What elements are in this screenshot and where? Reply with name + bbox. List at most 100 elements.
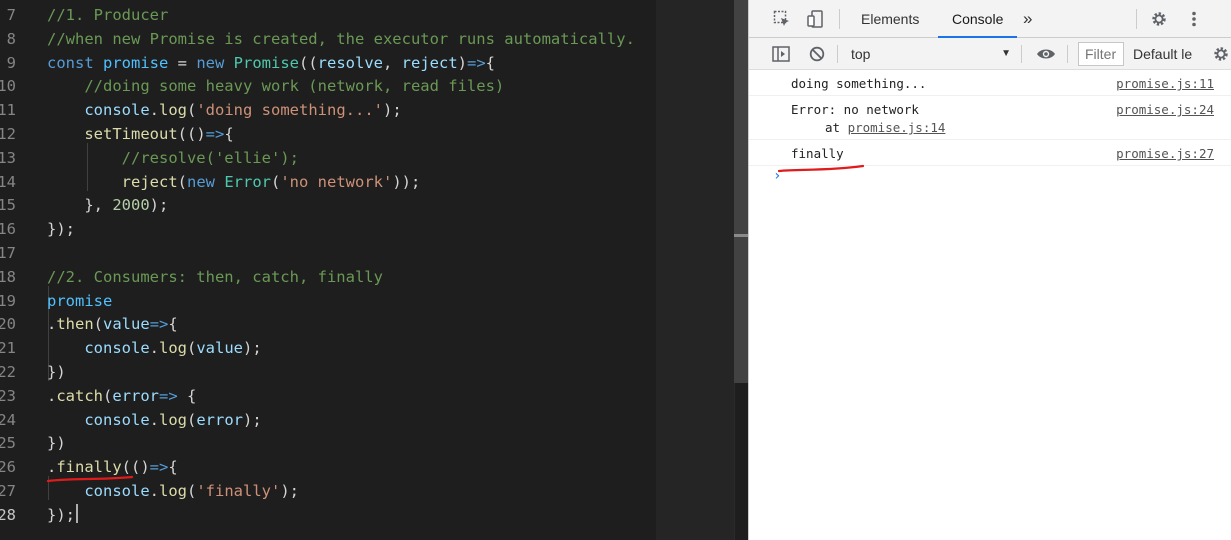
- stack-trace-link[interactable]: promise.js:14: [848, 120, 946, 135]
- log-levels-dropdown[interactable]: Default le: [1133, 42, 1199, 66]
- line-number: 15: [0, 196, 16, 215]
- inspect-element-icon[interactable]: [771, 8, 793, 30]
- code-line[interactable]: 12 setTimeout(()=>{: [0, 123, 656, 147]
- code-token: ((): [177, 125, 206, 143]
- show-sidebar-icon[interactable]: [770, 43, 792, 65]
- code-line[interactable]: 18 //2. Consumers: then, catch, finally: [0, 266, 656, 290]
- code-token: error: [112, 386, 160, 405]
- code-token: 2000: [112, 196, 150, 215]
- code-token: console: [84, 101, 150, 120]
- console-source-link[interactable]: promise.js:24: [1116, 101, 1214, 119]
- code-token: reject: [121, 172, 178, 191]
- code-line[interactable]: 9 const promise = new Promise((resolve, r…: [0, 52, 656, 76]
- code-text: console.log(value);: [47, 337, 261, 361]
- code-token: =>: [159, 386, 188, 405]
- code-token: 'no network': [280, 172, 393, 191]
- line-number: 27: [0, 482, 16, 500]
- code-text: });: [47, 503, 78, 528]
- code-line[interactable]: 24 console.log(error);: [0, 409, 656, 433]
- code-token: ((: [298, 53, 318, 72]
- code-token: ,: [382, 53, 402, 72]
- code-token: (: [187, 101, 197, 120]
- line-number: 21: [0, 339, 16, 358]
- code-token: .: [47, 386, 57, 405]
- code-line[interactable]: 19 promise: [0, 290, 656, 314]
- toolbar-divider: [1136, 9, 1137, 29]
- code-line[interactable]: 23 .catch(error=> {: [0, 385, 656, 409]
- code-token: {: [485, 53, 496, 72]
- code-line[interactable]: 21 console.log(value);: [0, 337, 656, 361]
- code-line[interactable]: 22}): [0, 361, 656, 385]
- code-token: new: [196, 53, 234, 72]
- code-text: //1. Producer: [47, 4, 168, 28]
- line-number: 23: [0, 386, 16, 405]
- more-options-icon[interactable]: [1183, 8, 1205, 30]
- code-token: }): [47, 363, 66, 381]
- code-token: );: [149, 196, 169, 215]
- console-toolbar: top ▼ Default le: [749, 38, 1231, 70]
- code-token: {: [187, 386, 197, 405]
- code-line[interactable]: 25}): [0, 432, 656, 456]
- clear-console-icon[interactable]: [806, 43, 828, 65]
- code-token: setTimeout: [84, 125, 178, 143]
- toolbar-divider: [839, 9, 840, 29]
- code-token: console: [84, 410, 150, 429]
- code-line[interactable]: 11 console.log('doing something...');: [0, 99, 656, 123]
- device-toolbar-icon[interactable]: [805, 8, 827, 30]
- tab-elements[interactable]: Elements: [847, 0, 933, 38]
- live-expression-eye-icon[interactable]: [1035, 43, 1057, 65]
- code-line[interactable]: 13 //resolve('ellie');: [0, 147, 656, 171]
- console-source-link[interactable]: promise.js:11: [1116, 75, 1214, 93]
- code-text: console.log(error);: [47, 409, 261, 433]
- code-pane[interactable]: 7 //1. Producer 8 //when new Promise is cre…: [0, 0, 656, 540]
- console-settings-gear-icon[interactable]: [1210, 43, 1231, 65]
- console-message-error: Error: no network at promise.js:14 promi…: [749, 96, 1231, 140]
- code-token: {: [168, 458, 178, 477]
- code-token: });: [47, 505, 75, 524]
- code-line[interactable]: 28});: [0, 503, 656, 528]
- code-line[interactable]: 17: [0, 242, 656, 266]
- console-filter-input[interactable]: [1078, 42, 1124, 66]
- code-token: promise: [103, 53, 169, 72]
- code-token: });: [47, 220, 75, 239]
- code-line[interactable]: 20 .then(value=>{: [0, 313, 656, 337]
- code-text: }): [47, 432, 66, 456]
- editor-scrollbar-thumb[interactable]: [734, 0, 748, 383]
- code-line[interactable]: 10 //doing some heavy work (network, rea…: [0, 75, 656, 99]
- code-token: (: [177, 172, 187, 191]
- line-number: 26: [0, 458, 16, 477]
- code-token: .: [47, 315, 57, 334]
- code-line[interactable]: 15 }, 2000);: [0, 194, 656, 218]
- code-token: {: [224, 125, 234, 143]
- line-number: 24: [0, 410, 16, 429]
- code-text: .catch(error=> {: [47, 385, 196, 409]
- console-source-link[interactable]: promise.js:27: [1116, 145, 1214, 163]
- code-token: ): [457, 53, 467, 72]
- code-line[interactable]: 16});: [0, 218, 656, 242]
- code-text: //when new Promise is created, the execu…: [47, 28, 635, 52]
- code-token: resolve: [317, 53, 383, 72]
- code-token: //1. Producer: [47, 6, 169, 24]
- settings-gear-icon[interactable]: [1148, 8, 1170, 30]
- context-selector[interactable]: top ▼: [845, 42, 1015, 66]
- line-number: 11: [0, 101, 16, 120]
- code-text: //doing some heavy work (network, read f…: [47, 75, 504, 99]
- tab-console[interactable]: Console: [938, 0, 1018, 38]
- line-number: 9: [6, 53, 16, 72]
- code-text: setTimeout(()=>{: [47, 123, 234, 147]
- code-token: console: [84, 339, 150, 358]
- line-number: 8: [6, 29, 16, 48]
- code-token: value: [196, 339, 244, 358]
- code-text: promise: [47, 290, 112, 314]
- dropdown-arrow-icon: ▼: [1001, 48, 1011, 59]
- code-text: reject(new Error('no network'));: [47, 171, 421, 195]
- code-line[interactable]: 8 //when new Promise is created, the exec…: [0, 28, 656, 52]
- more-tabs-button[interactable]: »: [1015, 0, 1040, 38]
- code-token: error: [196, 410, 244, 429]
- code-line[interactable]: 14 reject(new Error('no network'));: [0, 171, 656, 195]
- code-line[interactable]: 7 //1. Producer: [0, 4, 656, 28]
